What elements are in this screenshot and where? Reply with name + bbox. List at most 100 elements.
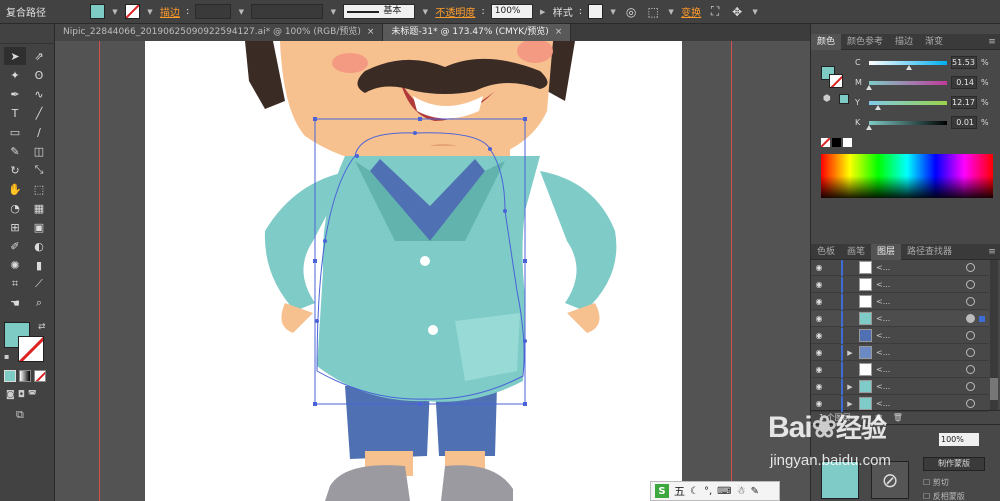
- opacity-link[interactable]: 不透明度: [435, 4, 475, 19]
- slider-c[interactable]: C 51.53 %: [855, 56, 997, 70]
- channel-value[interactable]: 0.14: [951, 76, 977, 89]
- rectangle-tool-icon[interactable]: ▭: [4, 123, 26, 141]
- color-mode-icon[interactable]: [4, 370, 16, 382]
- variable-width-dropdown-icon[interactable]: ▼: [329, 4, 337, 19]
- stroke-weight-dropdown-icon[interactable]: ▼: [237, 4, 245, 19]
- gradient-tool-icon[interactable]: ▣: [28, 218, 50, 236]
- target-circle-icon[interactable]: [966, 382, 975, 391]
- mesh-tool-icon[interactable]: ⊞: [4, 218, 26, 236]
- tab-pathfinder[interactable]: 路径查找器: [901, 244, 958, 260]
- expand-arrow-icon[interactable]: ▶: [843, 349, 857, 357]
- slider-thumb[interactable]: [866, 124, 873, 130]
- recolor-icon[interactable]: ◎: [623, 4, 639, 20]
- layers-scrollbar[interactable]: [990, 260, 998, 410]
- tab-stroke[interactable]: 描边: [889, 34, 919, 50]
- draw-normal-icon[interactable]: ◙: [6, 390, 15, 400]
- stroke-link[interactable]: 描边: [160, 4, 180, 19]
- tab-color[interactable]: 颜色: [811, 33, 842, 50]
- draw-behind-icon[interactable]: ◘: [18, 390, 25, 400]
- moon-icon[interactable]: ☾: [690, 486, 699, 497]
- transparency-opacity-field[interactable]: 100%: [939, 433, 979, 446]
- layer-row-selected[interactable]: ◉ <...: [811, 310, 989, 327]
- layer-row[interactable]: ◉ <...: [811, 276, 989, 293]
- target-circle-icon[interactable]: [966, 399, 975, 408]
- keyboard-icon[interactable]: ⌨: [717, 486, 731, 497]
- punctuation-icon[interactable]: °,: [704, 486, 712, 497]
- type-tool-icon[interactable]: T: [4, 104, 26, 122]
- lasso-tool-icon[interactable]: ʘ: [28, 66, 50, 84]
- align-icon[interactable]: ⬚: [645, 4, 661, 20]
- pen-tool-icon[interactable]: ✒: [4, 85, 26, 103]
- visibility-eye-icon[interactable]: ◉: [811, 382, 827, 391]
- opacity-field[interactable]: 100%: [490, 4, 533, 19]
- stroke-weight-field[interactable]: [195, 4, 232, 19]
- layer-row[interactable]: ◉ ▶ <...: [811, 378, 989, 395]
- target-circle-icon[interactable]: [966, 297, 975, 306]
- expand-arrow-icon[interactable]: ▶: [843, 383, 857, 391]
- tab-brushes[interactable]: 画笔: [841, 244, 871, 260]
- line-tool-icon[interactable]: ╱: [28, 104, 50, 122]
- close-icon[interactable]: ×: [367, 24, 375, 41]
- ime-mode-label[interactable]: 五: [674, 483, 685, 499]
- free-transform-tool-icon[interactable]: ⬚: [28, 180, 50, 198]
- gradient-mode-icon[interactable]: [19, 370, 31, 382]
- black-swatch[interactable]: [832, 138, 841, 147]
- ime-toolbar[interactable]: S 五 ☾ °, ⌨ ☃ ✎: [650, 481, 780, 501]
- tab-nipic-document[interactable]: Nipic_22844066_20190625090922594127.ai* …: [55, 24, 384, 41]
- graphic-style-swatch[interactable]: [588, 4, 604, 19]
- tab-layers[interactable]: 图层: [871, 243, 902, 260]
- channel-value[interactable]: 51.53: [951, 56, 977, 69]
- rotate-tool-icon[interactable]: ↻: [4, 161, 26, 179]
- visibility-eye-icon[interactable]: ◉: [811, 331, 827, 340]
- brush-dropdown-icon[interactable]: ▼: [421, 4, 429, 19]
- more-options-dropdown-icon[interactable]: ▼: [751, 4, 759, 19]
- target-circle-icon[interactable]: [966, 348, 975, 357]
- color-panel-stroke-swatch[interactable]: [829, 74, 843, 88]
- scale-tool-icon[interactable]: ⤡: [28, 161, 50, 179]
- layer-row[interactable]: ◉ ▶ <...: [811, 395, 989, 412]
- stroke-box[interactable]: [18, 336, 44, 362]
- search-icon[interactable]: ⌕: [861, 413, 865, 423]
- selection-indicator[interactable]: [979, 315, 985, 322]
- symbol-sprayer-tool-icon[interactable]: ✺: [4, 256, 26, 274]
- stroke-swatch[interactable]: [125, 4, 140, 19]
- out-of-gamut-icon[interactable]: ⬢: [823, 94, 831, 104]
- expand-arrow-icon[interactable]: ▶: [843, 400, 857, 408]
- slider-track[interactable]: [866, 120, 947, 130]
- slider-y[interactable]: Y 12.17 %: [855, 96, 997, 110]
- variable-width-field[interactable]: [251, 4, 324, 19]
- layer-row[interactable]: ◉ <...: [811, 327, 989, 344]
- transform-link[interactable]: 变换: [681, 4, 701, 19]
- opacity-arrow-icon[interactable]: ▶: [539, 4, 547, 19]
- artboard[interactable]: [145, 41, 682, 501]
- layer-row[interactable]: ◉ <...: [811, 361, 989, 378]
- artboard-tool-icon[interactable]: ⌗: [4, 275, 26, 293]
- shape-builder-tool-icon[interactable]: ◔: [4, 199, 26, 217]
- slider-k[interactable]: K 0.01 %: [855, 116, 997, 130]
- isolate-icon[interactable]: ⛶: [707, 4, 723, 20]
- eyedropper-tool-icon[interactable]: ✐: [4, 237, 26, 255]
- character-illustration[interactable]: [145, 41, 682, 501]
- gamut-swatch[interactable]: [839, 94, 849, 104]
- eraser-tool-icon[interactable]: ◫: [28, 142, 50, 160]
- slider-thumb[interactable]: [875, 104, 882, 110]
- close-icon[interactable]: ×: [555, 24, 563, 41]
- channel-value[interactable]: 0.01: [951, 116, 977, 129]
- tools-icon[interactable]: ✎: [751, 486, 759, 497]
- layer-row[interactable]: ◉ <...: [811, 293, 989, 310]
- visibility-eye-icon[interactable]: ◉: [811, 348, 827, 357]
- tab-swatches[interactable]: 色板: [811, 244, 841, 260]
- scroll-thumb[interactable]: [990, 378, 998, 400]
- slider-track[interactable]: [869, 100, 947, 110]
- selection-tool-icon[interactable]: ➤: [4, 47, 26, 65]
- tools-grip[interactable]: [0, 24, 54, 44]
- warp-tool-icon[interactable]: ✋: [4, 180, 26, 198]
- align-dropdown-icon[interactable]: ▼: [667, 4, 675, 19]
- panel-menu-icon[interactable]: ≡: [984, 37, 1000, 47]
- slice-tool-icon[interactable]: ⟋: [28, 275, 50, 293]
- slider-thumb[interactable]: [906, 64, 913, 70]
- curvature-tool-icon[interactable]: ∿: [28, 85, 50, 103]
- skin-icon[interactable]: ☃: [737, 486, 746, 497]
- target-circle-icon[interactable]: [966, 280, 975, 289]
- target-circle-icon[interactable]: [966, 331, 975, 340]
